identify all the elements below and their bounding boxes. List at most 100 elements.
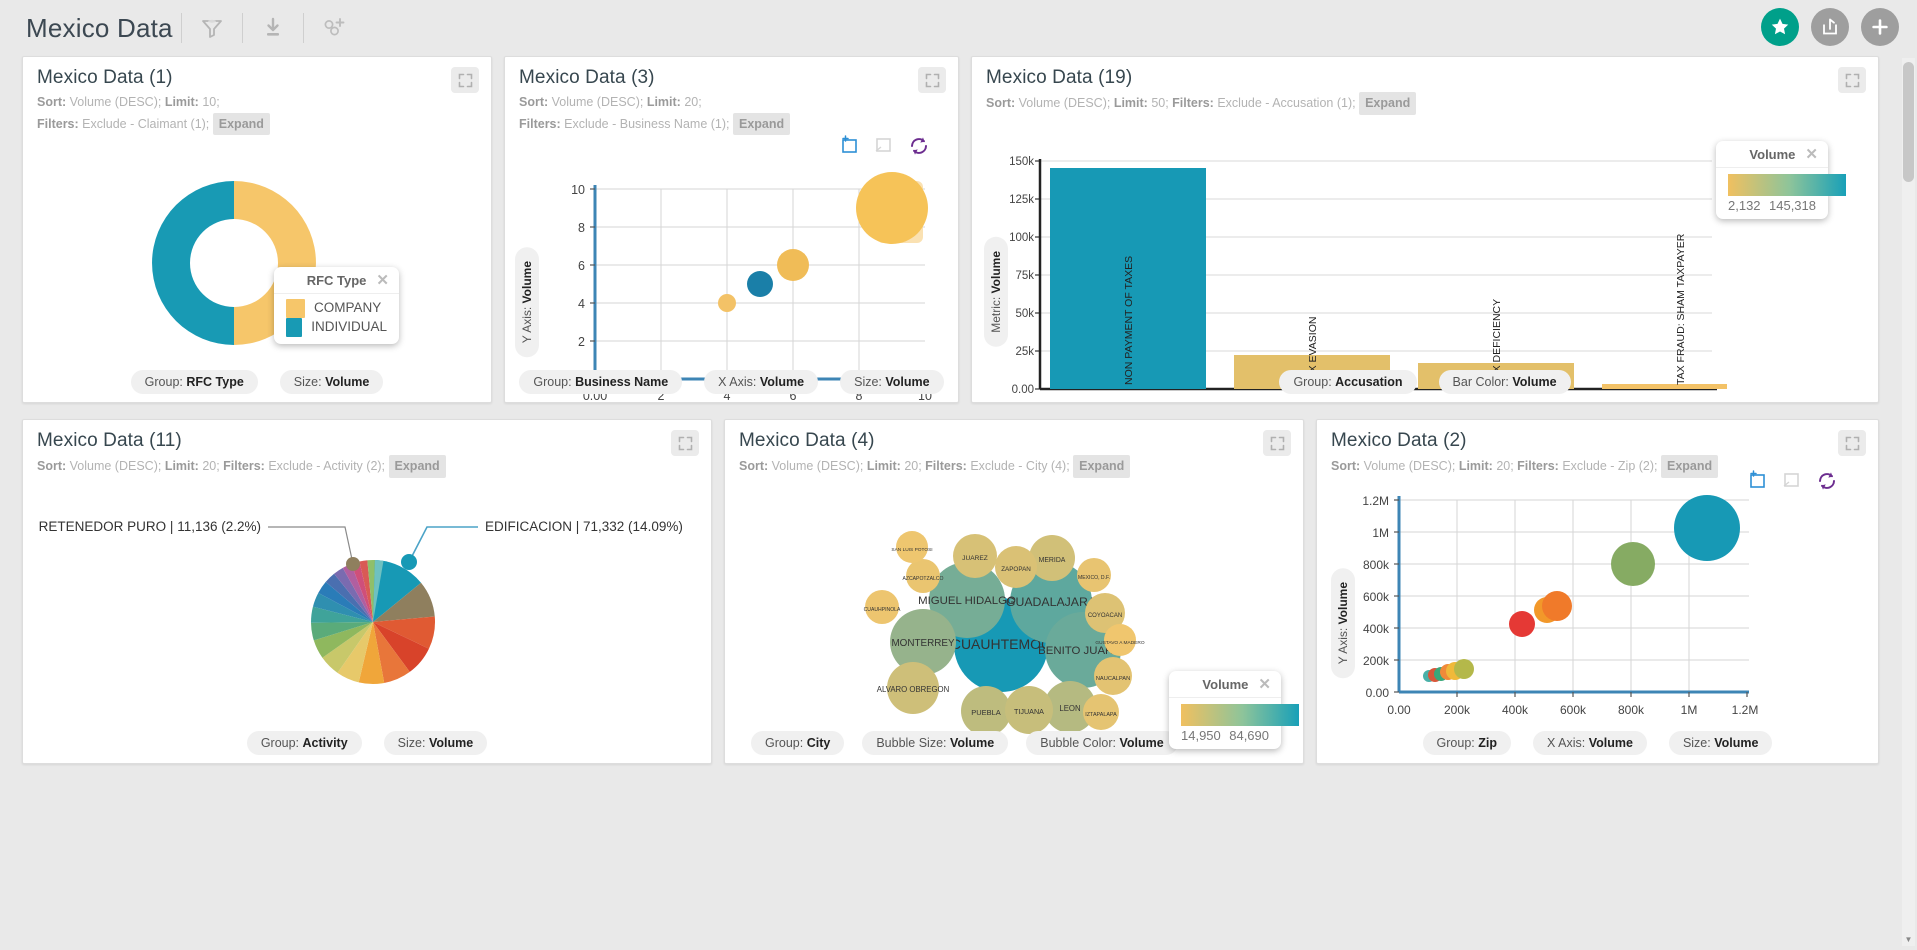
maximize-icon[interactable] <box>671 430 699 456</box>
meta-val: Volume (DESC); <box>1360 459 1459 473</box>
pill-value: Accusation <box>1335 375 1403 389</box>
pill-label: Bubble Size: <box>876 736 947 750</box>
footer-pill-group[interactable]: Group: Business Name <box>519 370 683 394</box>
meta-key: Limit: <box>866 459 901 473</box>
gradient-max: 84,690 <box>1229 728 1269 743</box>
footer-pill-size[interactable]: Size: Volume <box>840 370 944 394</box>
download-icon[interactable] <box>251 8 295 48</box>
meta-val: 50; <box>1147 96 1173 110</box>
expand-button[interactable]: Expand <box>1660 455 1719 478</box>
expand-button[interactable]: Expand <box>1073 455 1131 478</box>
card-title: Mexico Data (1) <box>37 67 173 88</box>
meta-key: Filters: <box>223 459 265 473</box>
add-button[interactable] <box>1861 8 1899 46</box>
favorite-star-button[interactable] <box>1761 8 1799 46</box>
dashboard-app: Mexico Data Mexico Data (1) Sort: Volume… <box>0 0 1917 950</box>
bubble-label: PUEBLA <box>971 708 1001 717</box>
footer-pill-size[interactable]: Size: Volume <box>279 370 384 394</box>
svg-text:400k: 400k <box>1502 703 1529 717</box>
maximize-icon[interactable] <box>1263 430 1291 456</box>
legend-title: Volume <box>1202 677 1249 692</box>
svg-text:800k: 800k <box>1618 703 1645 717</box>
footer-pill-group[interactable]: Group: Activity <box>246 731 362 755</box>
footer-pill-x-axis[interactable]: X Axis: Volume <box>704 370 819 394</box>
gradient-max: 145,318 <box>1769 198 1816 213</box>
pill-label: X Axis: <box>1547 736 1586 750</box>
pill-value: Activity <box>302 736 348 750</box>
pill-label: X Axis: <box>718 375 757 389</box>
color-gradient-bar <box>1181 704 1299 726</box>
add-link-icon[interactable] <box>312 8 356 48</box>
bubble[interactable] <box>1104 624 1136 656</box>
svg-text:6: 6 <box>578 259 585 273</box>
legend-header: Volume ✕ <box>1716 141 1828 168</box>
footer-pill-x-axis[interactable]: X Axis: Volume <box>1533 731 1647 755</box>
legend-label: COMPANY <box>314 300 382 316</box>
expand-button[interactable]: Expand <box>388 455 446 478</box>
footer-pill-bar-color[interactable]: Bar Color: Volume <box>1438 370 1571 394</box>
footer-pill-group[interactable]: Group: City <box>751 731 845 755</box>
pill-label: Size: <box>293 375 322 389</box>
expand-button[interactable]: Expand <box>732 112 791 136</box>
add-selection-icon[interactable] <box>1748 470 1768 490</box>
refresh-icon[interactable] <box>908 135 930 157</box>
footer-pill-group[interactable]: Group: RFC Type <box>130 370 258 394</box>
close-icon[interactable]: ✕ <box>376 273 389 288</box>
scatter-chart[interactable]: 1.2M 1M 800k 600k 400k 200k 0.00 0.00 200k 400… <box>1317 486 1787 746</box>
close-icon[interactable]: ✕ <box>1805 147 1818 162</box>
pill-label: Size: <box>397 736 426 750</box>
bubble-label: CUAUHPINOLA <box>864 607 901 613</box>
scatter-chart[interactable]: 1086 420.00 0.0024 6810 <box>505 167 959 403</box>
gradient-legend: 14,950 84,690 <box>1169 698 1299 749</box>
pie-chart[interactable]: RETENEDOR PURO | 11,136 (2.2%) EDIFICACI… <box>23 482 712 742</box>
bubble[interactable] <box>896 531 928 563</box>
meta-val: Volume (DESC); <box>768 459 867 473</box>
expand-button[interactable]: Expand <box>212 112 270 136</box>
refresh-icon[interactable] <box>1816 470 1838 492</box>
maximize-icon[interactable] <box>1838 430 1866 456</box>
footer-pill-size[interactable]: Size: Volume <box>1668 731 1773 755</box>
donut-chart[interactable] <box>23 135 492 390</box>
pie-annotation-right: EDIFICACION | 71,332 (14.09%) <box>485 519 683 534</box>
top-actions <box>1761 8 1899 46</box>
bubble-label: MONTERREY <box>891 638 955 649</box>
remove-selection-icon[interactable] <box>1782 470 1802 490</box>
card-meta: Sort: Volume (DESC); Limit: 20; Filters:… <box>505 89 958 136</box>
maximize-icon[interactable] <box>918 67 946 93</box>
card-mexico-data-1: Mexico Data (1) Sort: Volume (DESC); Lim… <box>22 56 492 403</box>
card-meta: Sort: Volume (DESC); Limit: 50; Filters:… <box>972 89 1878 115</box>
maximize-icon[interactable] <box>1838 67 1866 93</box>
footer-pill-bubble-color[interactable]: Bubble Color: Volume <box>1026 731 1178 755</box>
meta-key: Limit: <box>164 95 199 109</box>
meta-val: 20; <box>680 95 702 109</box>
vertical-scrollbar-track[interactable] <box>1902 58 1915 946</box>
card-footer: Group: Activity Size: Volume <box>23 731 711 755</box>
svg-text:1.2M: 1.2M <box>1362 494 1389 508</box>
footer-pill-size[interactable]: Size: Volume <box>383 731 488 755</box>
footer-pill-group[interactable]: Group: Zip <box>1422 731 1511 755</box>
legend-item[interactable]: INDIVIDUAL <box>286 318 387 337</box>
footer-pill-bubble-size[interactable]: Bubble Size: Volume <box>862 731 1009 755</box>
legend-swatch <box>286 318 303 337</box>
bar-chart[interactable]: 150k125k100k 75k50k25k 0.00 NON PAYMENT … <box>972 153 1727 403</box>
share-button[interactable] <box>1811 8 1849 46</box>
svg-text:400k: 400k <box>1363 622 1390 636</box>
expand-button[interactable]: Expand <box>1359 92 1417 115</box>
footer-pill-group[interactable]: Group: Accusation <box>1279 370 1417 394</box>
add-selection-icon[interactable] <box>840 135 860 155</box>
meta-val: Exclude - City (4); <box>966 459 1074 473</box>
bubble-label: SAN LUIS POTOSI <box>891 547 932 553</box>
close-icon[interactable]: ✕ <box>1258 677 1271 692</box>
bar-label: NON PAYMENT OF TAXES <box>1123 256 1135 385</box>
dashboard-row-1: Mexico Data (1) Sort: Volume (DESC); Lim… <box>8 56 1893 403</box>
gradient-min: 2,132 <box>1728 198 1761 213</box>
legend-item[interactable]: COMPANY <box>286 299 387 318</box>
pill-value: Volume <box>325 375 370 389</box>
svg-text:50k: 50k <box>1015 308 1034 320</box>
filter-icon[interactable] <box>190 8 234 48</box>
bubble-label: GUADALAJARA <box>1006 595 1097 609</box>
scroll-down-arrow[interactable]: ▼ <box>1902 932 1915 946</box>
maximize-icon[interactable] <box>451 67 479 93</box>
vertical-scrollbar-thumb[interactable] <box>1903 62 1914 182</box>
remove-selection-icon[interactable] <box>874 135 894 155</box>
